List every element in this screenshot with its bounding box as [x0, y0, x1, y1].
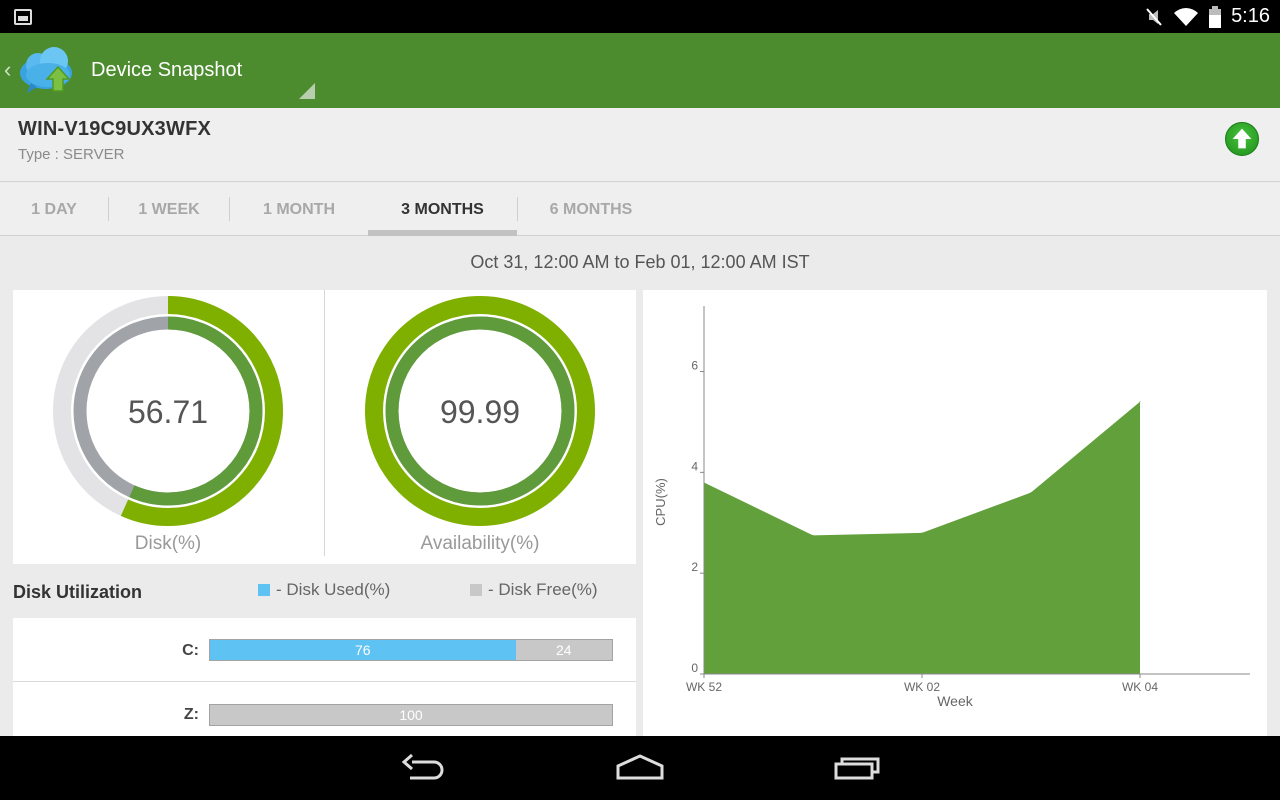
- legend-disk-used: - Disk Used(%): [258, 580, 390, 600]
- y-tick-label: 6: [691, 359, 698, 373]
- device-header: WIN-V19C9UX3WFX Type : SERVER: [0, 108, 1280, 182]
- gallery-notification-icon: [14, 9, 32, 25]
- status-icons: 5:16: [1145, 0, 1270, 33]
- status-up-arrow-icon[interactable]: [1225, 122, 1259, 156]
- legend-disk-free: - Disk Free(%): [470, 580, 598, 600]
- legend-used-label: - Disk Used(%): [276, 580, 391, 599]
- navigation-bar: [0, 736, 1280, 800]
- battery-icon: [1209, 5, 1222, 28]
- device-name: WIN-V19C9UX3WFX: [18, 118, 212, 140]
- x-tick-label: WK 52: [686, 680, 722, 694]
- disk-list[interactable]: C: 76 24 Z: 100: [13, 618, 636, 736]
- disk-free-segment: 100: [210, 705, 612, 725]
- cpu-chart-card: 0 2 4 6 WK 52 WK 02 WK 04 CPU(%) Week: [643, 290, 1267, 736]
- x-tick-label: WK 04: [1122, 680, 1158, 694]
- availability-gauge-label: Availability(%): [420, 533, 540, 554]
- y-tick-label: 0: [691, 661, 698, 675]
- cpu-area-series: [704, 401, 1140, 674]
- cpu-data-point: [921, 532, 923, 534]
- tab-6-months[interactable]: 6 MONTHS: [518, 183, 664, 236]
- status-bar: 5:16: [0, 0, 1280, 33]
- disk-gauge-label: Disk(%): [134, 533, 202, 554]
- gauge-card: 56.71 Disk(%) 99.99 Availability(%): [13, 290, 636, 564]
- y-axis-label: CPU(%): [653, 478, 668, 526]
- action-bar: ‹ Device Snapshot: [0, 33, 1280, 108]
- disk-utilization-title: Disk Utilization: [13, 582, 143, 602]
- back-chevron-icon[interactable]: ‹: [4, 57, 11, 83]
- disk-usage-bar: 76 24: [209, 639, 613, 661]
- tab-1-day[interactable]: 1 DAY: [0, 183, 108, 236]
- disk-row-c: C: 76 24: [13, 618, 636, 682]
- drive-label: Z:: [183, 706, 199, 723]
- clock: 5:16: [1231, 5, 1270, 27]
- cpu-data-point: [1139, 401, 1141, 403]
- legend-free-swatch: [470, 584, 482, 596]
- wifi-icon: [1174, 7, 1199, 26]
- cpu-data-point: [812, 534, 814, 536]
- legend-used-swatch: [258, 584, 270, 596]
- cpu-data-point: [1030, 492, 1032, 494]
- y-tick-label: 2: [691, 560, 698, 574]
- disk-usage-bar: 100: [209, 704, 613, 726]
- tab-1-week[interactable]: 1 WEEK: [109, 183, 229, 236]
- tab-1-month[interactable]: 1 MONTH: [230, 183, 368, 236]
- disk-row-z: Z: 100: [13, 683, 636, 736]
- disk-gauge-value: 56.71: [127, 394, 209, 430]
- screen-title: Device Snapshot: [91, 59, 243, 81]
- x-axis-label: Week: [937, 693, 974, 709]
- y-tick-label: 4: [691, 459, 698, 473]
- x-tick-label: WK 02: [904, 680, 940, 694]
- tab-3-months[interactable]: 3 MONTHS: [368, 183, 517, 236]
- disk-used-segment: 76: [210, 640, 516, 660]
- time-range-tabs: 1 DAY 1 WEEK 1 MONTH 3 MONTHS 6 MONTHS: [0, 183, 1280, 236]
- device-type: Type : SERVER: [18, 146, 125, 163]
- back-icon[interactable]: [400, 750, 448, 786]
- disk-free-segment: 24: [515, 640, 612, 660]
- cpu-area-chart: 0 2 4 6 WK 52 WK 02 WK 04 CPU(%) Week: [653, 306, 1250, 709]
- drive-label: C:: [182, 642, 199, 659]
- home-icon[interactable]: [615, 750, 665, 786]
- date-range: Oct 31, 12:00 AM to Feb 01, 12:00 AM IST: [470, 252, 810, 272]
- dropdown-indicator-icon[interactable]: [299, 83, 315, 99]
- mute-icon: [1146, 7, 1162, 26]
- cloud-upload-logo-icon[interactable]: [16, 43, 80, 99]
- recent-apps-icon[interactable]: [832, 750, 882, 786]
- legend-free-label: - Disk Free(%): [488, 580, 598, 599]
- availability-gauge-value: 99.99: [439, 394, 521, 430]
